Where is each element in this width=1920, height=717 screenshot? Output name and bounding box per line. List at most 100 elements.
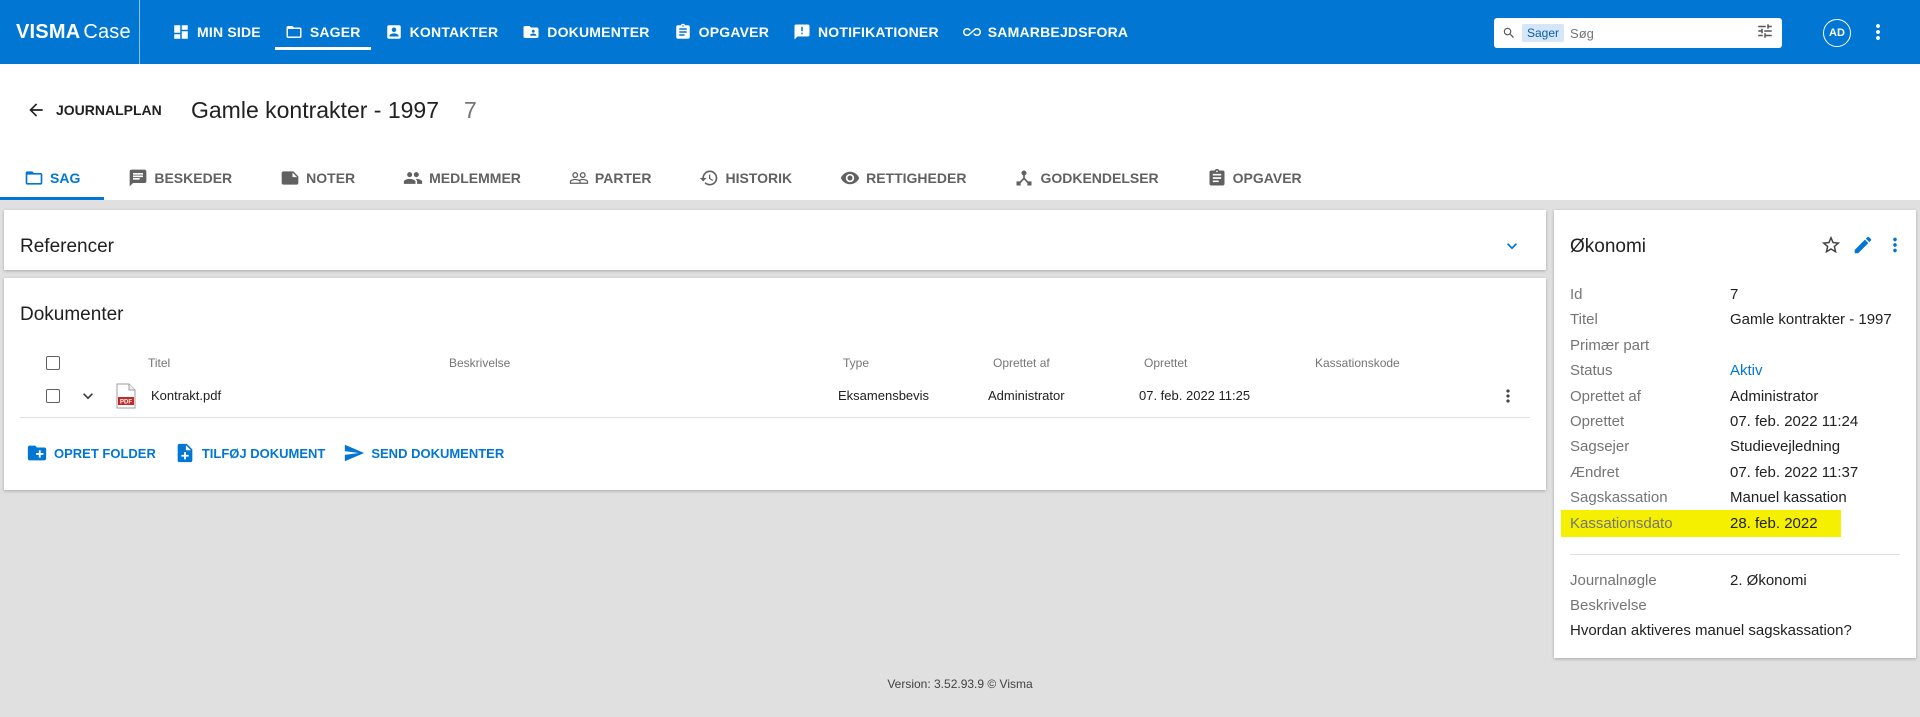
nav-notifikationer[interactable]: NOTIFIKATIONER <box>781 0 951 64</box>
nav-label: NOTIFIKATIONER <box>818 24 939 40</box>
field-key: Kassationsdato <box>1570 514 1673 532</box>
nav-opgaver[interactable]: OPGAVER <box>662 0 781 64</box>
column-header-beskrivelse[interactable]: Beskrivelse <box>449 356 510 370</box>
case-header: JOURNALPLAN Gamle kontrakter - 1997 7 SA… <box>0 64 1920 200</box>
field-value: 28. feb. 2022 <box>1730 514 1818 532</box>
expand-chevron-icon[interactable] <box>78 386 98 409</box>
workflow-icon <box>1016 170 1032 186</box>
tab-label: NOTER <box>306 170 356 186</box>
add-document-button[interactable]: TILFØJ DOKUMENT <box>174 442 325 464</box>
tab-beskeder[interactable]: BESKEDER <box>104 156 256 200</box>
nav-label: MIN SIDE <box>197 24 261 40</box>
note-icon <box>281 171 299 185</box>
documents-panel: Dokumenter Titel Beskrivelse Type Oprett… <box>4 278 1546 490</box>
chevron-down-icon[interactable] <box>1502 236 1522 256</box>
tab-label: PARTER <box>594 170 652 186</box>
contact-icon <box>386 25 401 39</box>
tab-label: HISTORIK <box>725 170 793 186</box>
column-header-type[interactable]: Type <box>843 356 869 370</box>
field-oprettet-af: Oprettet af Administrator <box>1570 383 1910 409</box>
dashboard-icon <box>174 25 188 39</box>
field-key: Journalnøgle <box>1570 571 1657 589</box>
field-journalnoegle: Journalnøgle 2. Økonomi <box>1570 567 1910 593</box>
nav-kontakter[interactable]: KONTAKTER <box>373 0 511 64</box>
row-checkbox[interactable] <box>46 389 60 403</box>
send-documents-button[interactable]: SEND DOKUMENTER <box>343 442 504 464</box>
action-label: OPRET FOLDER <box>54 445 156 461</box>
search-input[interactable] <box>1570 25 1750 41</box>
tab-label: SAG <box>50 170 81 186</box>
logo-bold: VISMA <box>16 20 81 43</box>
references-panel[interactable]: Referencer <box>4 210 1546 270</box>
field-value: Administrator <box>1730 387 1819 405</box>
column-header-titel[interactable]: Titel <box>148 356 170 370</box>
field-aendret: Ændret 07. feb. 2022 11:37 <box>1570 459 1910 485</box>
tab-rettigheder[interactable]: RETTIGHEDER <box>816 156 990 200</box>
references-title: Referencer <box>20 236 114 257</box>
field-primaer-part: Primær part <box>1570 332 1910 358</box>
nav-dokumenter[interactable]: DOKUMENTER <box>510 0 661 64</box>
field-key: Ændret <box>1570 463 1620 481</box>
column-header-oprettet[interactable]: Oprettet <box>1144 356 1187 370</box>
economy-title: Økonomi <box>1570 236 1647 257</box>
field-key: Primær part <box>1570 336 1650 354</box>
field-sagskassation: Sagskassation Manuel kassation <box>1570 484 1910 510</box>
search-box[interactable]: Sager <box>1494 18 1782 48</box>
message-icon <box>130 169 147 187</box>
notification-icon <box>794 24 810 40</box>
more-vert-icon[interactable] <box>1498 386 1518 409</box>
nav-samarbejdsfora[interactable]: SAMARBEJDSFORA <box>951 0 1140 64</box>
economy-actions <box>1820 234 1906 261</box>
back-to-journalplan[interactable]: JOURNALPLAN <box>26 100 162 120</box>
economy-content: Økonomi Id 7 Titel Gamle kontrakter - 19… <box>1554 210 1916 658</box>
tab-label: OPGAVER <box>1232 170 1302 186</box>
more-vert-icon[interactable] <box>1884 234 1906 261</box>
documents-title: Dokumenter <box>20 304 124 325</box>
description-text: Hvordan aktiveres manuel sagskassation? <box>1570 622 1852 639</box>
clipboard-icon <box>1209 168 1225 186</box>
tab-medlemmer[interactable]: MEDLEMMER <box>379 156 545 200</box>
tab-label: RETTIGHEDER <box>866 170 967 186</box>
field-key: Status <box>1570 361 1613 379</box>
field-titel: Titel Gamle kontrakter - 1997 <box>1570 306 1910 332</box>
star-icon[interactable] <box>1820 234 1842 261</box>
table-row[interactable]: PDF Kontrakt.pdf Eksamensbevis Administr… <box>20 374 1530 418</box>
folder-icon <box>286 26 302 38</box>
nav-label: SAMARBEJDSFORA <box>987 24 1129 40</box>
tab-opgaver[interactable]: OPGAVER <box>1183 156 1326 200</box>
nav-min-side[interactable]: MIN SIDE <box>160 0 273 64</box>
field-value: Manuel kassation <box>1730 488 1847 506</box>
more-vert-icon[interactable] <box>1866 20 1890 44</box>
field-key: Oprettet <box>1570 412 1625 430</box>
filter-settings-icon[interactable] <box>1756 22 1774 45</box>
svg-text:PDF: PDF <box>120 400 132 406</box>
status-link[interactable]: Aktiv <box>1730 362 1763 379</box>
nav-label: OPGAVER <box>698 24 769 40</box>
column-header-oprettet-af[interactable]: Oprettet af <box>993 356 1050 370</box>
document-title[interactable]: Kontrakt.pdf <box>151 388 221 403</box>
tab-godkendelser[interactable]: GODKENDELSER <box>990 156 1182 200</box>
people-icon <box>403 172 423 184</box>
edit-icon[interactable] <box>1852 234 1874 261</box>
visma-case-logo[interactable]: VISMA Case <box>0 0 140 64</box>
select-all-checkbox[interactable] <box>46 356 60 370</box>
nav-sager[interactable]: SAGER <box>273 0 373 64</box>
field-value: 2. Økonomi <box>1730 571 1807 589</box>
field-id: Id 7 <box>1570 281 1910 307</box>
create-folder-button[interactable]: OPRET FOLDER <box>26 442 156 464</box>
tab-noter[interactable]: NOTER <box>256 156 379 200</box>
field-value: 07. feb. 2022 11:37 <box>1730 463 1859 481</box>
page-title: Gamle kontrakter - 1997 <box>191 97 440 123</box>
tab-parter[interactable]: PARTER <box>545 156 676 200</box>
field-oprettet: Oprettet 07. feb. 2022 11:24 <box>1570 408 1910 434</box>
column-header-kassationskode[interactable]: Kassationskode <box>1315 356 1400 370</box>
tab-sag[interactable]: SAG <box>0 156 105 200</box>
field-key: Id <box>1570 285 1583 303</box>
action-label: SEND DOKUMENTER <box>371 445 505 461</box>
documents-icon <box>523 26 539 38</box>
search-icon <box>1503 27 1514 38</box>
user-avatar[interactable]: AD <box>1823 19 1851 47</box>
tab-historik[interactable]: HISTORIK <box>675 156 816 200</box>
tab-label: GODKENDELSER <box>1040 170 1159 186</box>
search-scope-chip[interactable]: Sager <box>1522 24 1565 42</box>
